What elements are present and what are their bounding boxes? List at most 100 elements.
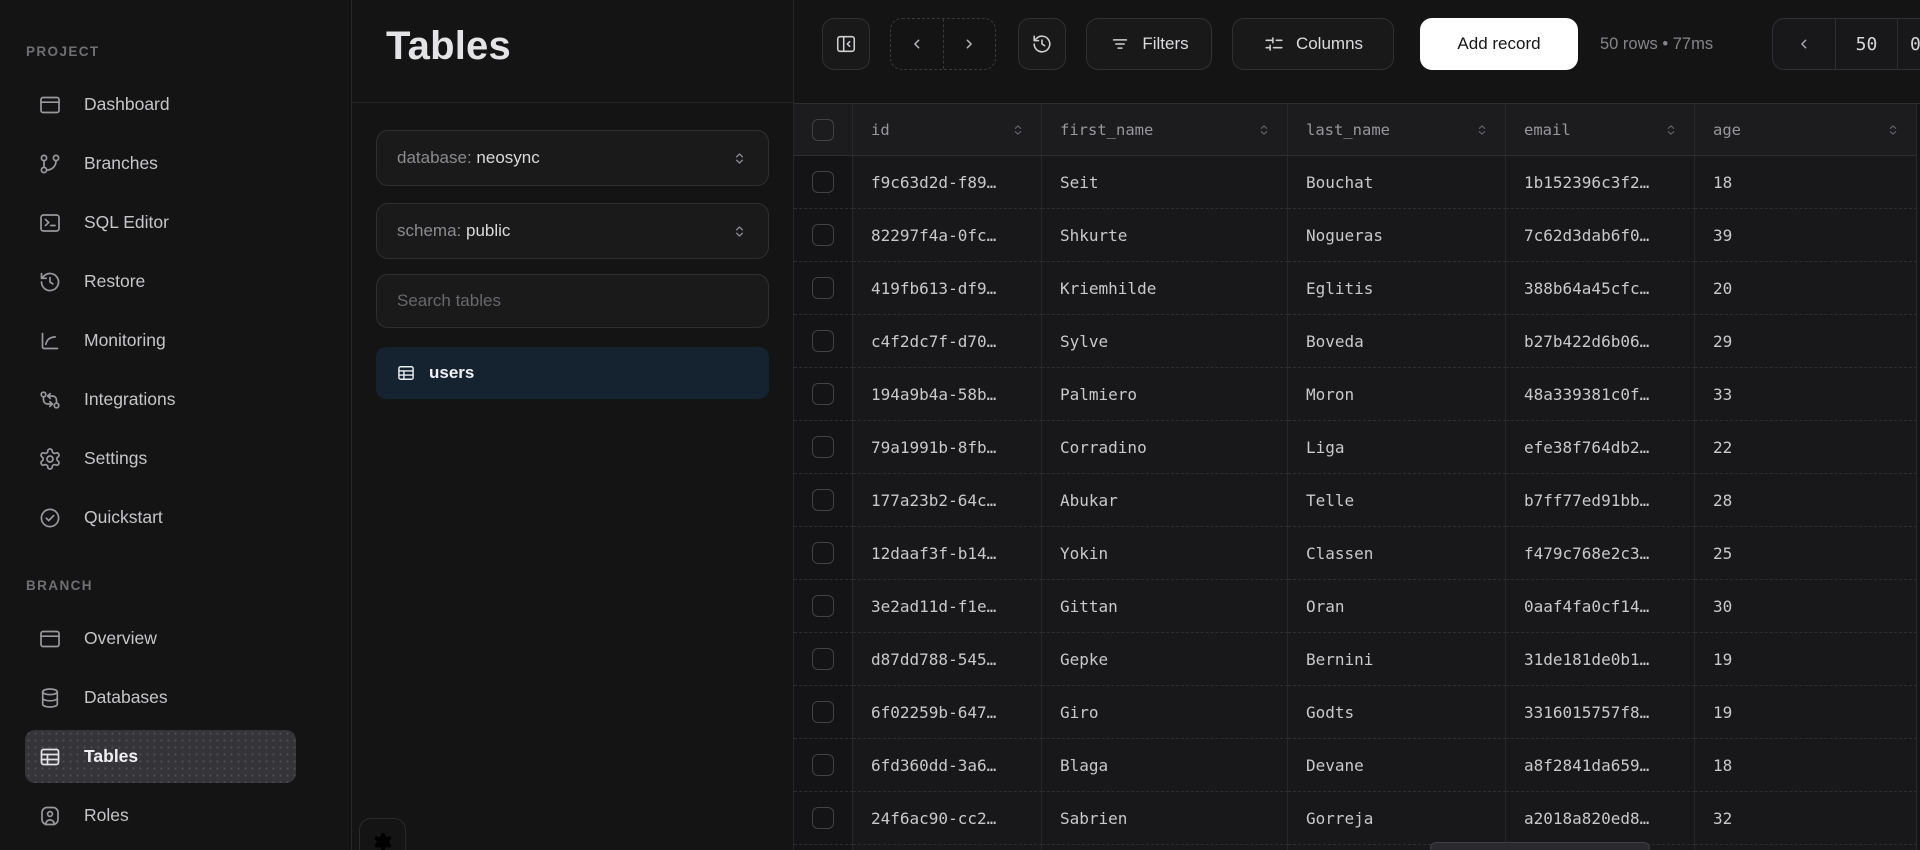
cell-age[interactable]: 39 — [1695, 209, 1917, 262]
cell-email[interactable]: b27b422d6b06… — [1506, 315, 1695, 368]
cell-first_name[interactable]: Abukar — [1042, 474, 1288, 527]
cell-age[interactable]: 18 — [1695, 156, 1917, 209]
sidebar-item-overview[interactable]: Overview — [25, 612, 296, 665]
sidebar-item-dashboard[interactable]: Dashboard — [25, 78, 296, 131]
sidebar-item-sql-editor[interactable]: SQL Editor — [25, 196, 296, 249]
cell-first_name[interactable]: Blaga — [1042, 739, 1288, 792]
cell-age[interactable]: 33 — [1695, 368, 1917, 421]
database-select[interactable]: database: neosync — [376, 130, 769, 186]
cell-email[interactable]: b7ff77ed91bb… — [1506, 474, 1695, 527]
collapse-panel-button[interactable] — [822, 18, 870, 70]
cell-age[interactable]: 32 — [1695, 792, 1917, 845]
cell-email[interactable]: 1b152396c3f2… — [1506, 156, 1695, 209]
row-checkbox[interactable] — [812, 224, 834, 246]
column-header-email[interactable]: email — [1506, 104, 1695, 156]
row-checkbox[interactable] — [812, 171, 834, 193]
table-settings-button[interactable] — [359, 818, 406, 850]
cell-last_name[interactable]: Eglitis — [1288, 262, 1506, 315]
sidebar-item-integrations[interactable]: Integrations — [25, 373, 296, 426]
cell-email[interactable]: a2018a820ed8… — [1506, 792, 1695, 845]
cell-age[interactable]: 25 — [1695, 527, 1917, 580]
row-checkbox[interactable] — [812, 489, 834, 511]
row-checkbox[interactable] — [812, 754, 834, 776]
cell-last_name[interactable]: Devane — [1288, 739, 1506, 792]
column-header-id[interactable]: id — [853, 104, 1042, 156]
cell-last_name[interactable]: Gorreja — [1288, 792, 1506, 845]
sidebar-item-tables[interactable]: Tables — [25, 730, 296, 783]
cell-age[interactable]: 20 — [1695, 262, 1917, 315]
row-checkbox[interactable] — [812, 119, 834, 141]
cell-id[interactable]: 6fd360dd-3a6… — [853, 739, 1042, 792]
cell-first_name[interactable]: Gittan — [1042, 580, 1288, 633]
pagination-prev-button[interactable] — [1773, 19, 1835, 69]
row-checkbox[interactable] — [812, 383, 834, 405]
sidebar-item-quickstart[interactable]: Quickstart — [25, 491, 296, 544]
row-checkbox[interactable] — [812, 542, 834, 564]
cell-last_name[interactable]: Bouchat — [1288, 156, 1506, 209]
search-tables-input[interactable] — [397, 291, 748, 311]
row-checkbox[interactable] — [812, 595, 834, 617]
cell-first_name[interactable]: Yokin — [1042, 527, 1288, 580]
column-header-age[interactable]: age — [1695, 104, 1917, 156]
cell-first_name[interactable]: Corradino — [1042, 421, 1288, 474]
table-list-item-users[interactable]: users — [376, 347, 769, 399]
sidebar-item-roles[interactable]: Roles — [25, 789, 296, 842]
cell-first_name[interactable]: Seit — [1042, 156, 1288, 209]
cell-id[interactable]: f9c63d2d-f89… — [853, 156, 1042, 209]
cell-last_name[interactable]: Liga — [1288, 421, 1506, 474]
add-record-button[interactable]: Add record — [1420, 18, 1578, 70]
cell-id[interactable]: 12daaf3f-b14… — [853, 527, 1042, 580]
previous-page-button[interactable] — [891, 19, 943, 69]
sidebar-item-settings[interactable]: Settings — [25, 432, 296, 485]
row-checkbox[interactable] — [812, 701, 834, 723]
cell-age[interactable]: 22 — [1695, 421, 1917, 474]
cell-id[interactable]: 177a23b2-64c… — [853, 474, 1042, 527]
cell-email[interactable]: 48a339381c0f… — [1506, 368, 1695, 421]
cell-email[interactable]: 0aaf4fa0cf14… — [1506, 580, 1695, 633]
cell-id[interactable]: d87dd788-545… — [853, 633, 1042, 686]
sidebar-item-databases[interactable]: Databases — [25, 671, 296, 724]
cell-age[interactable]: 18 — [1695, 739, 1917, 792]
row-checkbox[interactable] — [812, 330, 834, 352]
columns-button[interactable]: Columns — [1232, 18, 1394, 70]
cell-first_name[interactable]: Shkurte — [1042, 209, 1288, 262]
cell-last_name[interactable]: Moron — [1288, 368, 1506, 421]
row-checkbox[interactable] — [812, 648, 834, 670]
cell-last_name[interactable]: Nogueras — [1288, 209, 1506, 262]
cell-first_name[interactable]: Palmiero — [1042, 368, 1288, 421]
history-button[interactable] — [1018, 18, 1066, 70]
page-size-value[interactable]: 50 — [1835, 19, 1897, 69]
cell-id[interactable]: 3e2ad11d-f1e… — [853, 580, 1042, 633]
row-checkbox[interactable] — [812, 436, 834, 458]
row-checkbox[interactable] — [812, 277, 834, 299]
cell-last_name[interactable]: Godts — [1288, 686, 1506, 739]
cell-id[interactable]: 194a9b4a-58b… — [853, 368, 1042, 421]
sidebar-item-monitoring[interactable]: Monitoring — [25, 314, 296, 367]
sidebar-item-branches[interactable]: Branches — [25, 137, 296, 190]
cell-email[interactable]: 388b64a45cfc… — [1506, 262, 1695, 315]
cell-age[interactable]: 29 — [1695, 315, 1917, 368]
cell-email[interactable]: f479c768e2c3… — [1506, 527, 1695, 580]
column-header-last_name[interactable]: last_name — [1288, 104, 1506, 156]
next-page-button[interactable] — [943, 19, 996, 69]
cell-age[interactable]: 19 — [1695, 633, 1917, 686]
horizontal-scrollbar-thumb[interactable] — [1430, 842, 1650, 850]
column-header-first_name[interactable]: first_name — [1042, 104, 1288, 156]
cell-email[interactable]: 3316015757f8… — [1506, 686, 1695, 739]
cell-age[interactable]: 30 — [1695, 580, 1917, 633]
row-checkbox[interactable] — [812, 807, 834, 829]
cell-first_name[interactable]: Giro — [1042, 686, 1288, 739]
cell-first_name[interactable]: Kriemhilde — [1042, 262, 1288, 315]
cell-last_name[interactable]: Bernini — [1288, 633, 1506, 686]
cell-email[interactable]: a8f2841da659… — [1506, 739, 1695, 792]
cell-last_name[interactable]: Telle — [1288, 474, 1506, 527]
cell-email[interactable]: 7c62d3dab6f0… — [1506, 209, 1695, 262]
cell-age[interactable]: 19 — [1695, 686, 1917, 739]
cell-first_name[interactable]: Gepke — [1042, 633, 1288, 686]
cell-last_name[interactable]: Classen — [1288, 527, 1506, 580]
cell-first_name[interactable]: Sylve — [1042, 315, 1288, 368]
cell-last_name[interactable]: Oran — [1288, 580, 1506, 633]
cell-id[interactable]: c4f2dc7f-d70… — [853, 315, 1042, 368]
cell-email[interactable]: efe38f764db2… — [1506, 421, 1695, 474]
cell-id[interactable]: 79a1991b-8fb… — [853, 421, 1042, 474]
